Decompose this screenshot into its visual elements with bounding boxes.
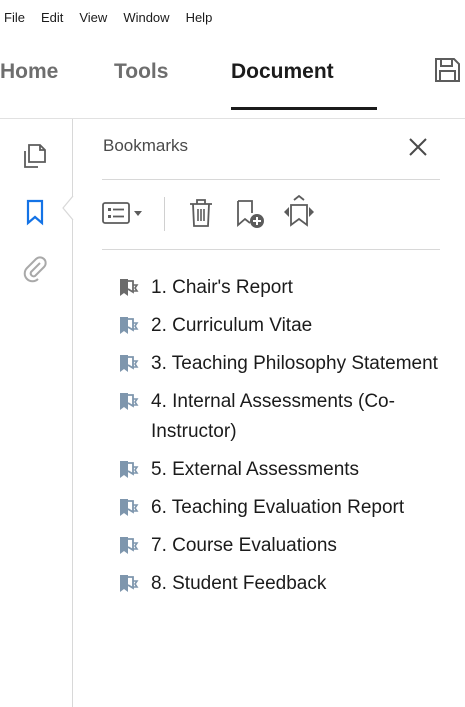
menu-file[interactable]: File bbox=[4, 10, 25, 25]
bookmark-item[interactable]: 4. Internal Assessments (Co-Instructor) bbox=[113, 387, 453, 447]
bookmark-item[interactable]: 1. Chair's Report bbox=[113, 273, 453, 303]
bookmark-label: 4. Internal Assessments (Co-Instructor) bbox=[151, 391, 395, 442]
bookmark-item[interactable]: 6. Teaching Evaluation Report bbox=[113, 493, 453, 523]
menu-help[interactable]: Help bbox=[186, 10, 213, 25]
bookmark-label: 8. Student Feedback bbox=[151, 573, 327, 594]
menu-view[interactable]: View bbox=[79, 10, 107, 25]
bookmark-item-icon bbox=[120, 499, 139, 516]
top-tabs: Home Tools Document bbox=[0, 40, 465, 110]
bookmark-label: 1. Chair's Report bbox=[151, 277, 293, 298]
bookmark-item-icon bbox=[120, 393, 139, 410]
trash-icon[interactable] bbox=[186, 195, 216, 231]
bookmark-item[interactable]: 7. Course Evaluations bbox=[113, 531, 453, 561]
close-icon[interactable] bbox=[403, 132, 433, 162]
expand-bookmark-icon[interactable] bbox=[281, 195, 317, 231]
bookmark-item-icon bbox=[120, 537, 139, 554]
options-menu-icon[interactable] bbox=[101, 195, 149, 231]
bookmark-item-icon bbox=[120, 575, 139, 592]
bookmark-item[interactable]: 8. Student Feedback bbox=[113, 569, 453, 599]
tab-tools[interactable]: Tools bbox=[114, 60, 168, 84]
bookmark-list: 1. Chair's Report 2. Curriculum Vitae 3.… bbox=[113, 273, 453, 607]
panel-rule bbox=[102, 249, 440, 250]
bookmark-item-icon bbox=[120, 279, 139, 296]
tab-document[interactable]: Document bbox=[231, 60, 334, 84]
bookmark-item[interactable]: 3. Teaching Philosophy Statement bbox=[113, 349, 453, 379]
toolbar-separator bbox=[164, 197, 165, 231]
bookmark-item[interactable]: 5. External Assessments bbox=[113, 455, 453, 485]
menu-window[interactable]: Window bbox=[123, 10, 169, 25]
new-bookmark-icon[interactable] bbox=[233, 195, 267, 231]
bookmark-label: 7. Course Evaluations bbox=[151, 535, 337, 556]
paperclip-icon[interactable] bbox=[20, 253, 50, 283]
bookmark-item-icon bbox=[120, 355, 139, 372]
menu-edit[interactable]: Edit bbox=[41, 10, 63, 25]
save-icon[interactable] bbox=[432, 56, 462, 84]
bookmark-label: 6. Teaching Evaluation Report bbox=[151, 497, 405, 518]
pages-icon[interactable] bbox=[20, 141, 50, 171]
tab-home[interactable]: Home bbox=[0, 60, 58, 84]
bookmark-label: 5. External Assessments bbox=[151, 459, 360, 480]
bookmark-item[interactable]: 2. Curriculum Vitae bbox=[113, 311, 453, 341]
bookmark-item-icon bbox=[120, 461, 139, 478]
bookmark-label: 3. Teaching Philosophy Statement bbox=[151, 353, 438, 374]
bookmark-toolbar bbox=[101, 195, 441, 235]
menu-bar: File Edit View Window Help bbox=[0, 0, 465, 34]
panel-title: Bookmarks bbox=[103, 136, 189, 155]
active-tab-indicator bbox=[231, 107, 377, 110]
bookmark-icon[interactable] bbox=[20, 197, 50, 227]
bookmark-label: 2. Curriculum Vitae bbox=[151, 315, 313, 336]
bookmark-item-icon bbox=[120, 317, 139, 334]
panel-rule bbox=[102, 179, 440, 180]
